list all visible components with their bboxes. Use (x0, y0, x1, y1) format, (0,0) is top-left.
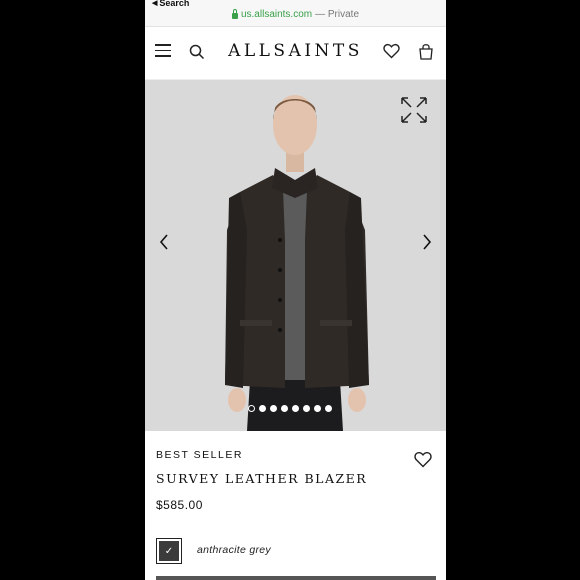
add-to-bag-button[interactable] (156, 576, 436, 580)
private-label: — Private (315, 9, 360, 20)
back-label: Search (159, 0, 190, 8)
carousel-dot[interactable] (281, 405, 288, 412)
carousel-dot[interactable] (248, 405, 255, 412)
selected-color-label: anthracite grey (197, 544, 271, 556)
carousel-dot[interactable] (314, 405, 321, 412)
site-header: ALLSAINTS (145, 27, 446, 80)
url-text: us.allsaints.com (240, 9, 313, 20)
carousel-dot[interactable] (303, 405, 310, 412)
shopping-bag-icon[interactable] (419, 43, 433, 60)
next-image-chevron-icon[interactable] (422, 234, 432, 250)
carousel-dot[interactable] (325, 405, 332, 412)
carousel-dot[interactable] (259, 405, 266, 412)
carousel-dot[interactable] (292, 405, 299, 412)
allsaints-logo[interactable]: ALLSAINTS (145, 41, 446, 61)
product-image-carousel[interactable] (145, 80, 446, 431)
product-info-panel: BEST SELLER SURVEY LEATHER BLAZER $585.0… (145, 431, 446, 580)
back-arrow-icon: ◀ (152, 0, 158, 7)
browser-status-bar: ◀ Search us.allsaints.com — Private (145, 0, 446, 27)
phone-screen: ◀ Search us.allsaints.com — Private ALLS… (145, 0, 446, 580)
color-swatch-anthracite-grey[interactable]: ✓ (156, 538, 182, 564)
address-bar[interactable]: us.allsaints.com — Private (145, 8, 446, 20)
back-to-search-link[interactable]: ◀ Search (152, 0, 189, 8)
selected-check-icon: ✓ (159, 541, 179, 561)
lock-icon (231, 8, 238, 19)
product-price: $585.00 (156, 498, 203, 512)
carousel-pagination (248, 405, 332, 412)
fullscreen-expand-icon[interactable] (400, 96, 428, 124)
previous-image-chevron-icon[interactable] (159, 234, 169, 250)
add-to-wishlist-heart-icon[interactable] (414, 451, 432, 468)
product-photo (145, 80, 446, 431)
product-title: SURVEY LEATHER BLAZER (156, 471, 368, 486)
best-seller-badge: BEST SELLER (156, 449, 243, 461)
wishlist-heart-icon[interactable] (383, 43, 400, 59)
carousel-dot[interactable] (270, 405, 277, 412)
